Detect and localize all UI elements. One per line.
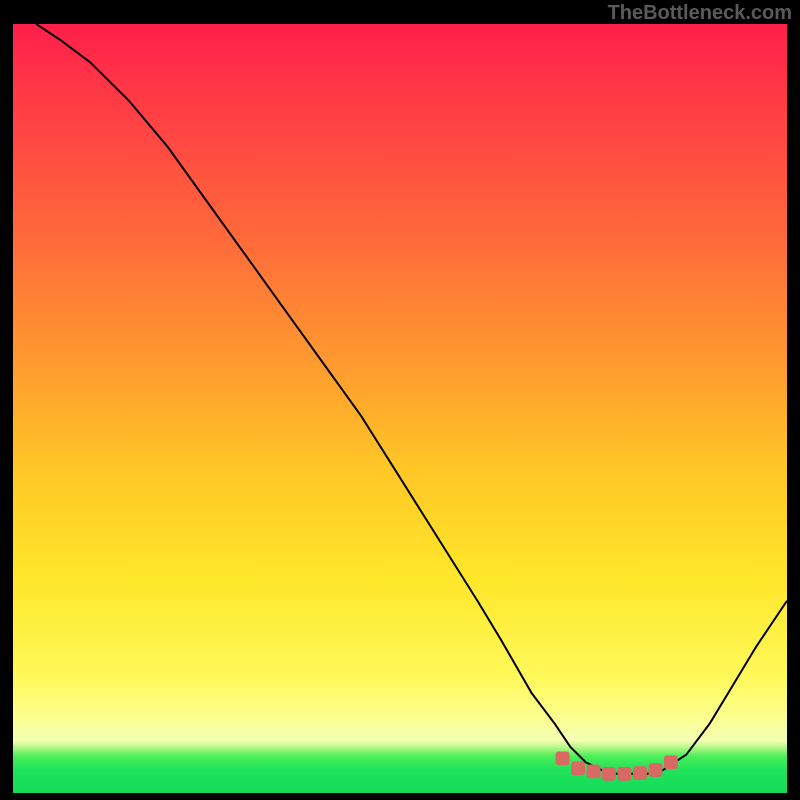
optimal-band-markers — [556, 751, 678, 780]
chart-svg — [13, 24, 787, 793]
marker-point — [571, 761, 585, 775]
chart-area — [13, 24, 787, 793]
marker-point — [633, 766, 647, 780]
watermark-text: TheBottleneck.com — [608, 2, 792, 25]
marker-point — [617, 767, 631, 781]
bottleneck-curve — [36, 24, 787, 774]
marker-point — [648, 763, 662, 777]
marker-point — [556, 751, 570, 765]
marker-point — [587, 765, 601, 779]
marker-point — [602, 767, 616, 781]
marker-point — [664, 755, 678, 769]
